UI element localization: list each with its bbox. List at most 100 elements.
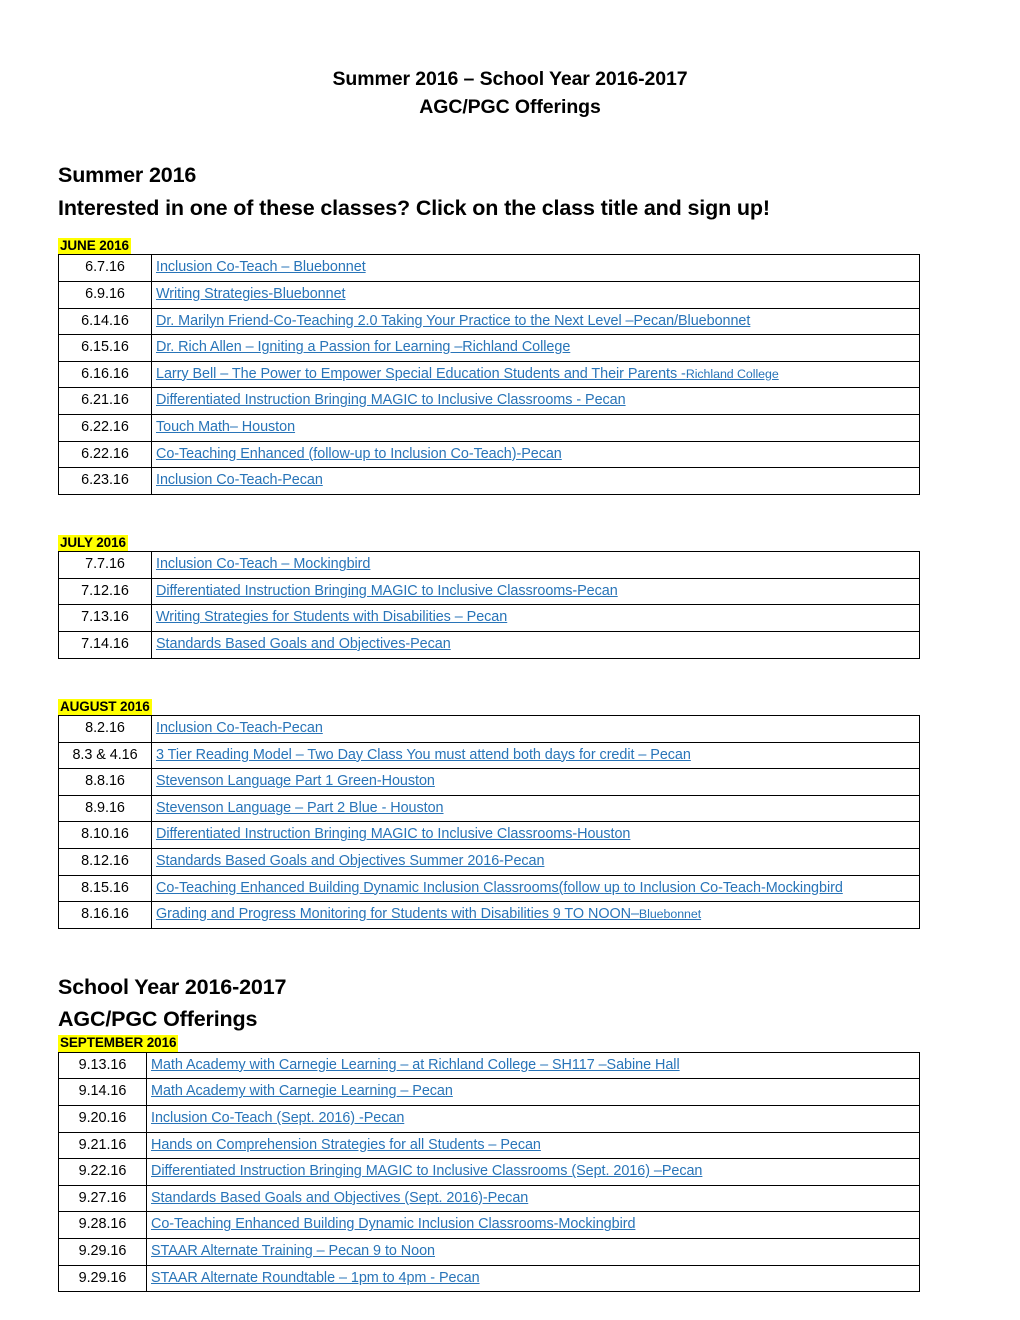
table-row: 8.2.16 Inclusion Co-Teach-Pecan: [58, 715, 920, 743]
row-date: 6.7.16: [58, 254, 152, 282]
row-date: 8.12.16: [58, 848, 152, 876]
schedule-table-september: 9.13.16 Math Academy with Carnegie Learn…: [58, 1051, 920, 1293]
class-link[interactable]: Inclusion Co-Teach (Sept. 2016) -Pecan: [151, 1110, 404, 1126]
row-date: 9.27.16: [58, 1184, 147, 1213]
row-title: Grading and Progress Monitoring for Stud…: [151, 901, 920, 929]
class-link[interactable]: STAAR Alternate Roundtable – 1pm to 4pm …: [151, 1270, 480, 1286]
class-link[interactable]: Stevenson Language – Part 2 Blue - Houst…: [156, 800, 444, 816]
schedule-table-july: 7.7.16 Inclusion Co-Teach – Mockingbird …: [58, 551, 920, 659]
class-link[interactable]: Grading and Progress Monitoring for Stud…: [156, 906, 701, 922]
class-link[interactable]: Writing Strategies-Bluebonnet: [156, 286, 346, 302]
class-link[interactable]: Inclusion Co-Teach – Mockingbird: [156, 556, 370, 572]
class-link[interactable]: Differentiated Instruction Bringing MAGI…: [156, 583, 618, 599]
row-title: Inclusion Co-Teach – Bluebonnet: [151, 254, 920, 282]
class-link[interactable]: Dr. Marilyn Friend-Co-Teaching 2.0 Takin…: [156, 313, 750, 329]
table-row: 9.29.16 STAAR Alternate Training – Pecan…: [58, 1238, 920, 1266]
month-label: JULY 2016: [58, 534, 128, 552]
class-link-main: Grading and Progress Monitoring for Stud…: [156, 906, 639, 923]
row-title: Differentiated Instruction Bringing MAGI…: [151, 821, 920, 850]
table-row: 9.14.16 Math Academy with Carnegie Learn…: [58, 1078, 920, 1107]
table-row: 6.9.16 Writing Strategies-Bluebonnet: [58, 280, 920, 309]
schedule-body-june: 6.7.16 Inclusion Co-Teach – Bluebonnet 6…: [58, 254, 920, 495]
row-date: 9.22.16: [58, 1158, 147, 1186]
class-link[interactable]: Co-Teaching Enhanced Building Dynamic In…: [151, 1216, 635, 1232]
class-link-main: Larry Bell – The Power to Empower Specia…: [156, 365, 686, 382]
document-page: Summer 2016 – School Year 2016-2017 AGC/…: [0, 0, 1020, 1320]
schoolyear-heading: School Year 2016-2017: [58, 974, 287, 999]
row-title: Writing Strategies for Students with Dis…: [151, 604, 920, 632]
class-link[interactable]: STAAR Alternate Training – Pecan 9 to No…: [151, 1243, 435, 1259]
class-link[interactable]: Touch Math– Houston: [156, 419, 295, 435]
row-title: 3 Tier Reading Model – Two Day Class You…: [151, 741, 920, 770]
month-label: SEPTEMBER 2016: [58, 1035, 179, 1052]
table-row: 9.20.16 Inclusion Co-Teach (Sept. 2016) …: [58, 1105, 920, 1133]
row-date: 8.16.16: [58, 901, 152, 929]
class-link[interactable]: Larry Bell – The Power to Empower Specia…: [156, 366, 779, 382]
table-row: 7.14.16 Standards Based Goals and Object…: [58, 631, 920, 659]
row-title: Stevenson Language – Part 2 Blue - Houst…: [151, 794, 920, 823]
month-label: AUGUST 2016: [58, 698, 152, 716]
row-title: STAAR Alternate Roundtable – 1pm to 4pm …: [146, 1264, 920, 1293]
row-date: 6.14.16: [58, 307, 152, 336]
row-date: 6.22.16: [58, 440, 152, 469]
class-link[interactable]: Differentiated Instruction Bringing MAGI…: [156, 392, 626, 408]
row-date: 7.7.16: [58, 551, 152, 579]
row-title: Co-Teaching Enhanced Building Dynamic In…: [146, 1211, 920, 1239]
summer-heading: Summer 2016: [58, 163, 197, 188]
class-link[interactable]: Stevenson Language Part 1 Green-Houston: [156, 773, 435, 789]
table-row: 9.13.16 Math Academy with Carnegie Learn…: [58, 1051, 920, 1080]
row-title: Differentiated Instruction Bringing MAGI…: [151, 387, 920, 415]
row-date: 8.9.16: [58, 794, 152, 823]
row-title: Standards Based Goals and Objectives (Se…: [146, 1184, 920, 1213]
table-row: 9.22.16 Differentiated Instruction Bring…: [58, 1158, 920, 1186]
row-title: Inclusion Co-Teach (Sept. 2016) -Pecan: [146, 1105, 920, 1133]
class-link[interactable]: Dr. Rich Allen – Igniting a Passion for …: [156, 339, 570, 355]
schoolyear-subheading: AGC/PGC Offerings: [58, 1007, 258, 1032]
table-row: 8.3 & 4.16 3 Tier Reading Model – Two Da…: [58, 741, 920, 770]
class-link[interactable]: Standards Based Goals and Objectives-Pec…: [156, 636, 451, 652]
row-title: Hands on Comprehension Strategies for al…: [146, 1131, 920, 1160]
row-date: 8.8.16: [58, 768, 152, 796]
table-row: 6.16.16 Larry Bell – The Power to Empowe…: [58, 360, 920, 389]
month-heading-june: JUNE 2016: [0, 237, 1020, 255]
row-date: 8.2.16: [58, 715, 152, 743]
row-date: 9.28.16: [58, 1211, 147, 1239]
row-title: Writing Strategies-Bluebonnet: [151, 280, 920, 309]
class-link[interactable]: Differentiated Instruction Bringing MAGI…: [156, 826, 630, 842]
row-date: 9.14.16: [58, 1078, 147, 1107]
class-link[interactable]: Co-Teaching Enhanced Building Dynamic In…: [156, 880, 843, 896]
row-title: Math Academy with Carnegie Learning – Pe…: [146, 1078, 920, 1107]
class-link[interactable]: Math Academy with Carnegie Learning – Pe…: [151, 1083, 453, 1099]
row-date: 9.29.16: [58, 1238, 147, 1266]
table-row: 9.28.16 Co-Teaching Enhanced Building Dy…: [58, 1211, 920, 1239]
class-link[interactable]: 3 Tier Reading Model – Two Day Class You…: [156, 747, 691, 763]
row-title: Inclusion Co-Teach – Mockingbird: [151, 551, 920, 579]
row-date: 6.9.16: [58, 280, 152, 309]
table-row: 8.10.16 Differentiated Instruction Bring…: [58, 821, 920, 850]
table-row: 9.27.16 Standards Based Goals and Object…: [58, 1184, 920, 1213]
table-row: 8.15.16 Co-Teaching Enhanced Building Dy…: [58, 874, 920, 903]
class-link[interactable]: Inclusion Co-Teach-Pecan: [156, 472, 323, 488]
row-title: Touch Math– Houston: [151, 413, 920, 442]
class-link[interactable]: Inclusion Co-Teach – Bluebonnet: [156, 259, 366, 275]
class-link[interactable]: Standards Based Goals and Objectives (Se…: [151, 1190, 528, 1206]
class-link[interactable]: Differentiated Instruction Bringing MAGI…: [151, 1163, 702, 1179]
summer-subheading: Interested in one of these classes? Clic…: [58, 195, 770, 220]
class-link[interactable]: Standards Based Goals and Objectives Sum…: [156, 853, 545, 869]
row-title: Dr. Marilyn Friend-Co-Teaching 2.0 Takin…: [151, 307, 920, 336]
class-link[interactable]: Writing Strategies for Students with Dis…: [156, 609, 507, 625]
row-title: Dr. Rich Allen – Igniting a Passion for …: [151, 334, 920, 362]
row-title: Standards Based Goals and Objectives-Pec…: [151, 631, 920, 659]
class-link[interactable]: Hands on Comprehension Strategies for al…: [151, 1137, 541, 1153]
class-link[interactable]: Math Academy with Carnegie Learning – at…: [151, 1057, 680, 1073]
table-row: 6.23.16 Inclusion Co-Teach-Pecan: [58, 467, 920, 495]
document-title-line-1: Summer 2016 – School Year 2016-2017: [332, 68, 688, 90]
class-link[interactable]: Inclusion Co-Teach-Pecan: [156, 720, 323, 736]
table-row: 8.12.16 Standards Based Goals and Object…: [58, 848, 920, 876]
table-row: 6.14.16 Dr. Marilyn Friend-Co-Teaching 2…: [58, 307, 920, 336]
month-label: JUNE 2016: [58, 237, 131, 255]
class-link[interactable]: Co-Teaching Enhanced (follow-up to Inclu…: [156, 446, 562, 462]
